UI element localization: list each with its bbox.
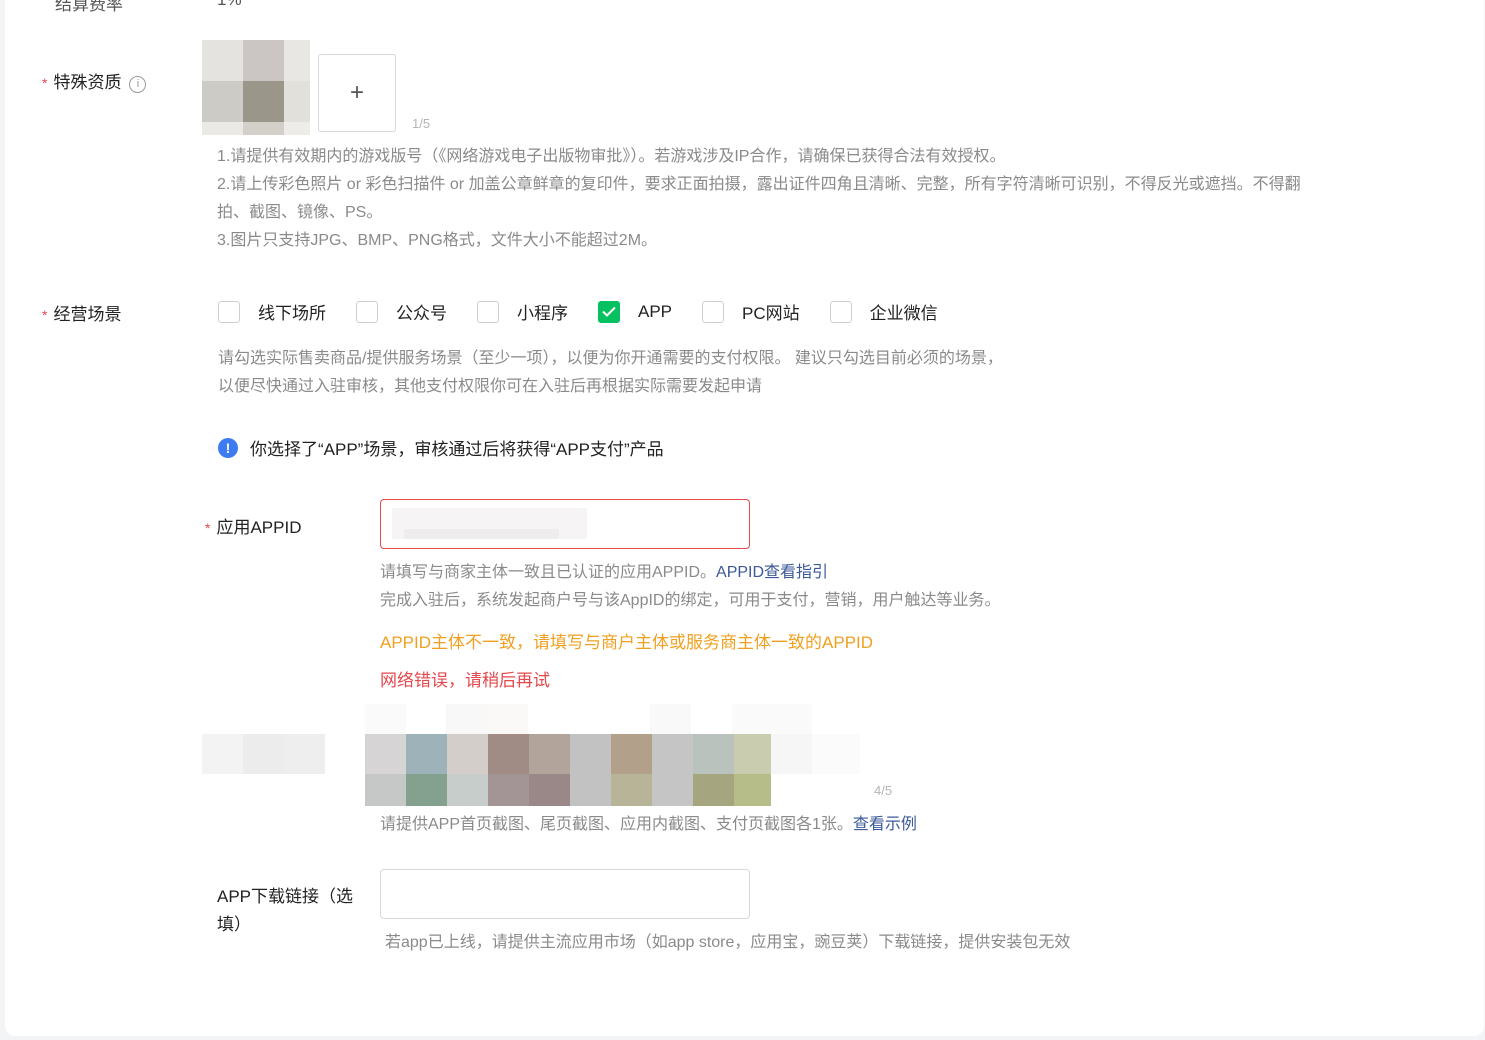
blurred-appid-value [392,508,587,539]
business-scene-tips: 请勾选实际售卖商品/提供服务场景（至少一项），以便为你开通需要的支付权限。 建议… [218,350,1003,395]
download-link-input[interactable] [380,869,750,919]
scene-notice: ! 你选择了“APP”场景，审核通过后将获得“APP支付”产品 [218,435,664,460]
required-mark: * [42,307,48,323]
qualification-tips: 1.请提供有效期内的游戏版号（《网络游戏电子出版物审批》）。若游戏涉及IP合作，… [217,148,1301,249]
upload-qualification-button[interactable]: + [318,54,396,132]
scene-option-pc-website[interactable]: PC网站 [702,299,800,324]
appid-tip: 请填写与商家主体一致且已认证的应用APPID。APPID查看指引 [380,564,829,581]
settlement-rate-label: 结算费率 [55,0,123,14]
info-circle-icon[interactable]: i [129,76,147,93]
exclamation-icon: ! [218,437,238,458]
required-mark: * [205,520,211,536]
scene-option-app[interactable]: APP [598,300,672,323]
uploaded-qualification-thumbnail[interactable] [202,40,310,135]
download-link-label: APP下载链接（选 填） [217,887,354,934]
checkbox[interactable] [477,300,499,323]
scene-option-offline[interactable]: 线下场所 [218,299,326,324]
appid-bind-tip: 完成入驻后，系统发起商户号与该AppID的绑定，可用于支付，营销，用户触达等业务… [380,592,1001,609]
scene-option-mini-program[interactable]: 小程序 [477,299,568,324]
required-mark: * [42,75,48,91]
download-link-tip: 若app已上线，请提供主流应用市场（如app store，应用宝，豌豆荚）下载链… [385,934,1071,951]
app-screenshot-thumbnails[interactable] [202,704,862,806]
qualification-upload-counter: 1/5 [412,116,431,131]
checkmark-icon [602,306,616,317]
view-example-link[interactable]: 查看示例 [853,816,917,833]
checkbox[interactable] [356,300,378,323]
appid-error: 网络错误，请稍后再试 [380,671,550,690]
appid-warning: APPID主体不一致，请填写与商户主体或服务商主体一致的APPID [380,633,874,652]
scene-option-official-account[interactable]: 公众号 [356,299,447,324]
business-scene-options: 线下场所 公众号 小程序 APP PC网站 企业微信 [218,299,968,324]
appid-label: * 应用APPID [205,518,302,537]
special-qualification-label: * 特殊资质 i [42,68,147,93]
business-scene-label: * 经营场景 [42,305,122,324]
checkbox[interactable] [829,300,852,323]
settlement-rate-value: 1% [217,0,242,10]
appid-guide-link[interactable]: APPID查看指引 [716,564,828,581]
screenshot-tip: 请提供APP首页截图、尾页截图、应用内截图、支付页截图各1张。查看示例 [380,816,917,833]
checkbox-checked[interactable] [598,300,620,323]
screenshot-upload-counter: 4/5 [874,783,893,798]
plus-icon: + [349,79,364,106]
checkbox[interactable] [218,300,240,323]
scene-option-wecom[interactable]: 企业微信 [829,299,938,324]
checkbox[interactable] [702,300,725,323]
